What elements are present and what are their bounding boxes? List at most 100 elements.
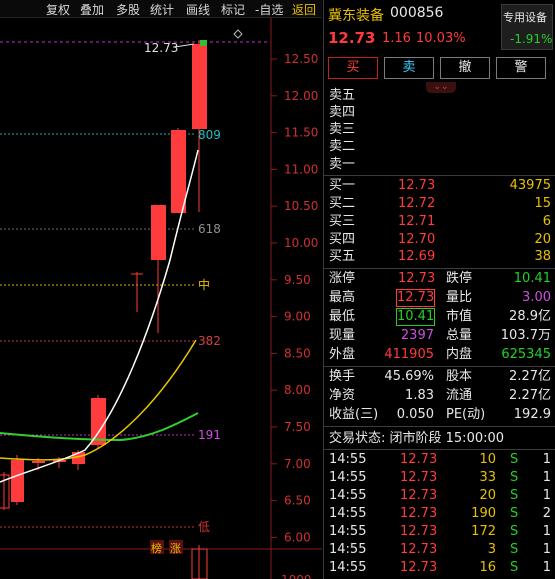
bang-badge-label: 榜 xyxy=(151,541,162,555)
price-axis: 12.50 12.00 11.50 11.00 10.50 10.00 9.50 9.00 8.… xyxy=(271,52,318,544)
tick-price: 12.73 xyxy=(400,488,438,503)
current-price: 12.73 xyxy=(328,29,376,47)
statistics-button[interactable]: 统计 xyxy=(150,1,174,18)
outer-value: 411905 xyxy=(384,347,434,362)
tick-row[interactable]: 14:55 12.73 20 S 1 xyxy=(324,487,555,505)
tick-row[interactable]: 14:55 12.73 33 S 1 xyxy=(324,469,555,487)
tick-volume: 3 xyxy=(487,542,496,557)
sector-label: 专用设备 xyxy=(503,11,547,24)
ma-white-line xyxy=(0,149,199,483)
volume-axis-label: 1000 xyxy=(281,573,312,579)
bid-label: 买三 xyxy=(329,214,356,229)
low-label: 低 xyxy=(198,520,210,534)
price-axis-label: 11.00 xyxy=(284,162,318,176)
ask-row[interactable]: 卖三 xyxy=(324,121,555,139)
high-value: 12.73 xyxy=(396,289,436,307)
tick-volume: 190 xyxy=(471,506,496,521)
price-axis-label: 12.00 xyxy=(284,89,318,103)
divider xyxy=(324,426,555,427)
tick-row[interactable]: 14:55 12.73 16 S 1 xyxy=(324,559,555,577)
tick-row[interactable]: 14:55 12.73 10 S 1 xyxy=(324,451,555,469)
stats-row: 最低 10.41 市值 28.9亿 xyxy=(324,308,555,326)
price-axis-label: 12.50 xyxy=(284,52,318,66)
sector-box[interactable]: 专用设备 -1.91% xyxy=(501,4,553,50)
sell-button[interactable]: 卖 xyxy=(384,57,434,79)
fib-191-label: 191 xyxy=(198,428,221,442)
tick-side: S xyxy=(510,452,519,467)
cur-vol-value: 2397 xyxy=(400,328,434,343)
tick-count: 1 xyxy=(542,524,551,539)
fib-618-label: 618 xyxy=(198,222,221,236)
outer-label: 外盘 xyxy=(329,347,356,362)
tick-row[interactable]: 14:55 12.73 190 S 2 xyxy=(324,505,555,523)
nav-value: 1.83 xyxy=(405,388,434,403)
mktcap-value: 28.9亿 xyxy=(509,309,551,324)
overlay-button[interactable]: 叠加 xyxy=(80,1,104,18)
ask-label: 卖一 xyxy=(329,157,356,172)
bid-volume: 15 xyxy=(534,196,551,211)
high-label: 最高 xyxy=(329,290,356,305)
tick-time: 14:55 xyxy=(329,506,367,521)
turnover-value: 45.69% xyxy=(384,369,434,384)
tick-time: 14:55 xyxy=(329,560,367,575)
alert-button[interactable]: 警 xyxy=(496,57,546,79)
tick-row[interactable]: 14:55 12.73 3 S 1 xyxy=(324,541,555,559)
bid-row[interactable]: 买三 12.71 6 xyxy=(324,213,555,231)
bid-row[interactable]: 买四 12.70 20 xyxy=(324,231,555,249)
candle xyxy=(32,461,45,463)
divider xyxy=(324,366,555,367)
bid-volume: 43975 xyxy=(509,178,551,193)
trade-status: 交易状态: 闭市阶段 15:00:00 xyxy=(329,431,505,446)
ask-label: 卖二 xyxy=(329,139,356,154)
ask-label: 卖三 xyxy=(329,122,356,137)
kline-chart[interactable]: 12.50 12.00 11.50 11.00 10.50 10.00 9.50 9.00 8.… xyxy=(0,18,322,579)
draw-line-button[interactable]: 画线 xyxy=(186,1,210,18)
trade-status-row: 交易状态: 闭市阶段 15:00:00 xyxy=(324,430,555,448)
bid-row[interactable]: 买五 12.69 38 xyxy=(324,248,555,266)
mark-button[interactable]: 标记 xyxy=(221,1,245,18)
diamond-icon[interactable] xyxy=(233,29,243,39)
low-label: 最低 xyxy=(329,309,356,324)
eps-value: 0.050 xyxy=(396,407,434,422)
adjust-button[interactable]: 复权 xyxy=(46,1,70,18)
tick-count: 2 xyxy=(542,506,551,521)
price-axis-label: 8.50 xyxy=(284,346,311,360)
bid-row[interactable]: 买二 12.72 15 xyxy=(324,195,555,213)
cancel-order-button[interactable]: 撤 xyxy=(440,57,490,79)
total-vol-value: 103.7万 xyxy=(500,328,551,343)
price-axis-label: 9.00 xyxy=(284,310,311,324)
tick-time: 14:55 xyxy=(329,524,367,539)
quote-panel: 冀东装备 000856 12.73 1.16 10.03% 专用设备 -1.91… xyxy=(323,0,555,579)
limit-up-label: 涨停 xyxy=(329,271,356,286)
ask-label: 卖五 xyxy=(329,88,356,103)
price-axis-label: 8.00 xyxy=(284,383,311,397)
divider xyxy=(324,449,555,450)
ask-row[interactable]: 卖一 xyxy=(324,156,555,174)
tick-side: S xyxy=(510,488,519,503)
shares-label: 股本 xyxy=(446,369,473,384)
buy-button[interactable]: 买 xyxy=(328,57,378,79)
tick-row[interactable]: 14:55 12.73 172 S 1 xyxy=(324,523,555,541)
bid-row[interactable]: 买一 12.73 43975 xyxy=(324,177,555,195)
tick-time: 14:55 xyxy=(329,470,367,485)
multi-stock-button[interactable]: 多股 xyxy=(116,1,140,18)
tick-volume: 10 xyxy=(479,452,496,467)
stats-row: 净资 1.83 流通 2.27亿 xyxy=(324,387,555,405)
remove-watchlist-button[interactable]: -自选 xyxy=(255,1,283,18)
tick-time: 14:55 xyxy=(329,488,367,503)
ask-row[interactable]: 卖四 xyxy=(324,104,555,122)
inner-label: 内盘 xyxy=(446,347,473,362)
candle xyxy=(11,460,24,502)
vol-ratio-value: 3.00 xyxy=(522,290,551,305)
candle xyxy=(151,205,166,260)
divider xyxy=(324,175,555,176)
ask-row[interactable]: 卖二 xyxy=(324,138,555,156)
tick-volume: 16 xyxy=(479,560,496,575)
limit-down-value: 10.41 xyxy=(513,271,551,286)
tick-side: S xyxy=(510,524,519,539)
ask-row[interactable]: 卖五 xyxy=(324,87,555,105)
price-axis-label: 9.50 xyxy=(284,273,311,287)
back-button[interactable]: 返回 xyxy=(292,1,316,18)
price-axis-label: 11.50 xyxy=(284,126,318,140)
bid-label: 买四 xyxy=(329,232,356,247)
